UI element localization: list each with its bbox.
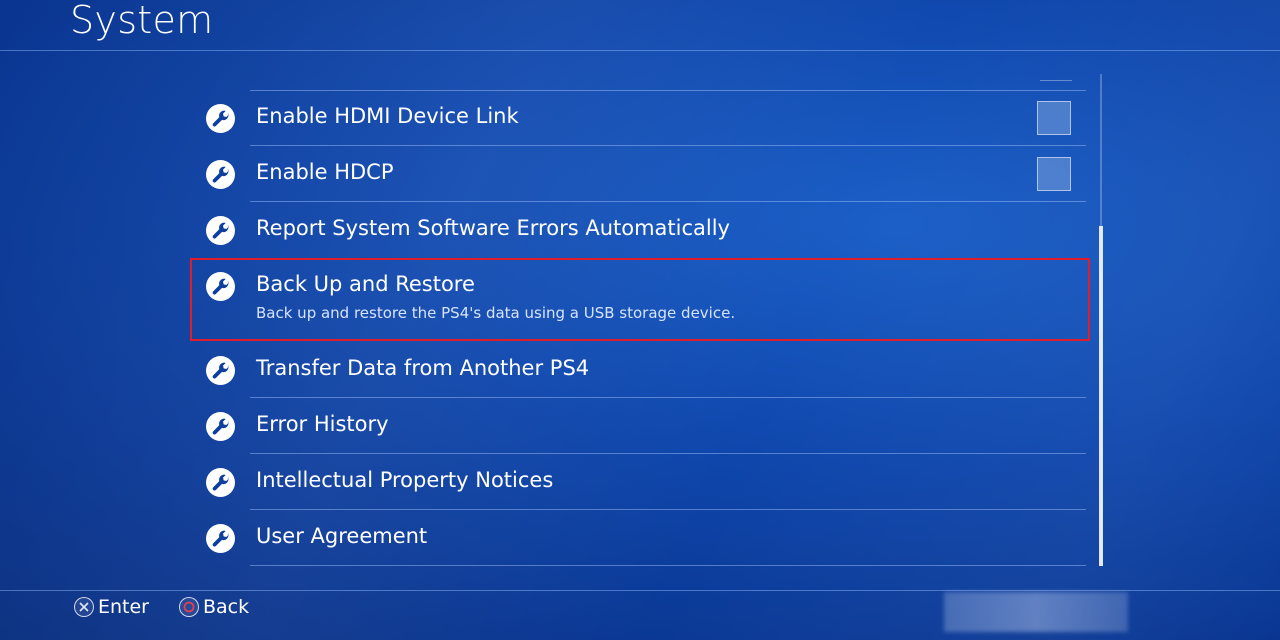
circle-button-icon: [179, 597, 199, 617]
item-label: Transfer Data from Another PS4: [256, 356, 590, 380]
list-item-error-history[interactable]: Error History: [190, 398, 1090, 454]
item-label: Enable HDMI Device Link: [256, 104, 519, 128]
hdcp-checkbox[interactable]: [1037, 157, 1071, 191]
wrench-icon: [206, 216, 235, 245]
item-description: Back up and restore the PS4's data using…: [256, 304, 736, 322]
header-divider: [0, 50, 1280, 51]
list-item-transfer-data[interactable]: Transfer Data from Another PS4: [190, 342, 1090, 398]
item-label: Enable HDCP: [256, 160, 394, 184]
list-item-report-system-software-errors[interactable]: Report System Software Errors Automatica…: [190, 202, 1090, 258]
button-hints: Enter Back: [74, 596, 249, 618]
item-label: User Agreement: [256, 524, 428, 548]
previous-item-rule: [1040, 80, 1072, 81]
item-label: Back Up and Restore: [256, 272, 475, 296]
wrench-icon: [206, 356, 235, 385]
item-label: Error History: [256, 412, 389, 436]
item-label: Intellectual Property Notices: [256, 468, 554, 492]
wrench-icon: [206, 160, 235, 189]
list-item-enable-hdmi-device-link[interactable]: Enable HDMI Device Link: [190, 90, 1090, 146]
item-label: Report System Software Errors Automatica…: [256, 216, 730, 240]
wrench-icon: [206, 104, 235, 133]
footer-divider: [0, 590, 1280, 591]
page-title: System: [70, 0, 214, 42]
list-item-enable-hdcp[interactable]: Enable HDCP: [190, 146, 1090, 202]
list-item-user-agreement[interactable]: User Agreement: [190, 510, 1090, 566]
back-hint[interactable]: Back: [179, 596, 249, 618]
wrench-icon: [206, 524, 235, 553]
scrollbar-thumb[interactable]: [1099, 226, 1103, 566]
cross-button-icon: [74, 597, 94, 617]
enter-label: Enter: [98, 596, 149, 618]
back-label: Back: [203, 596, 250, 618]
hdmi-device-link-checkbox[interactable]: [1037, 101, 1071, 135]
list-item-intellectual-property-notices[interactable]: Intellectual Property Notices: [190, 454, 1090, 510]
list-item-back-up-and-restore[interactable]: Back Up and Restore Back up and restore …: [190, 258, 1090, 341]
blurred-region: [944, 592, 1128, 632]
wrench-icon: [206, 412, 235, 441]
wrench-icon: [206, 468, 235, 497]
wrench-icon: [206, 272, 235, 301]
selection-highlight: [190, 258, 1090, 341]
enter-hint[interactable]: Enter: [74, 596, 149, 618]
item-divider: [250, 565, 1086, 566]
